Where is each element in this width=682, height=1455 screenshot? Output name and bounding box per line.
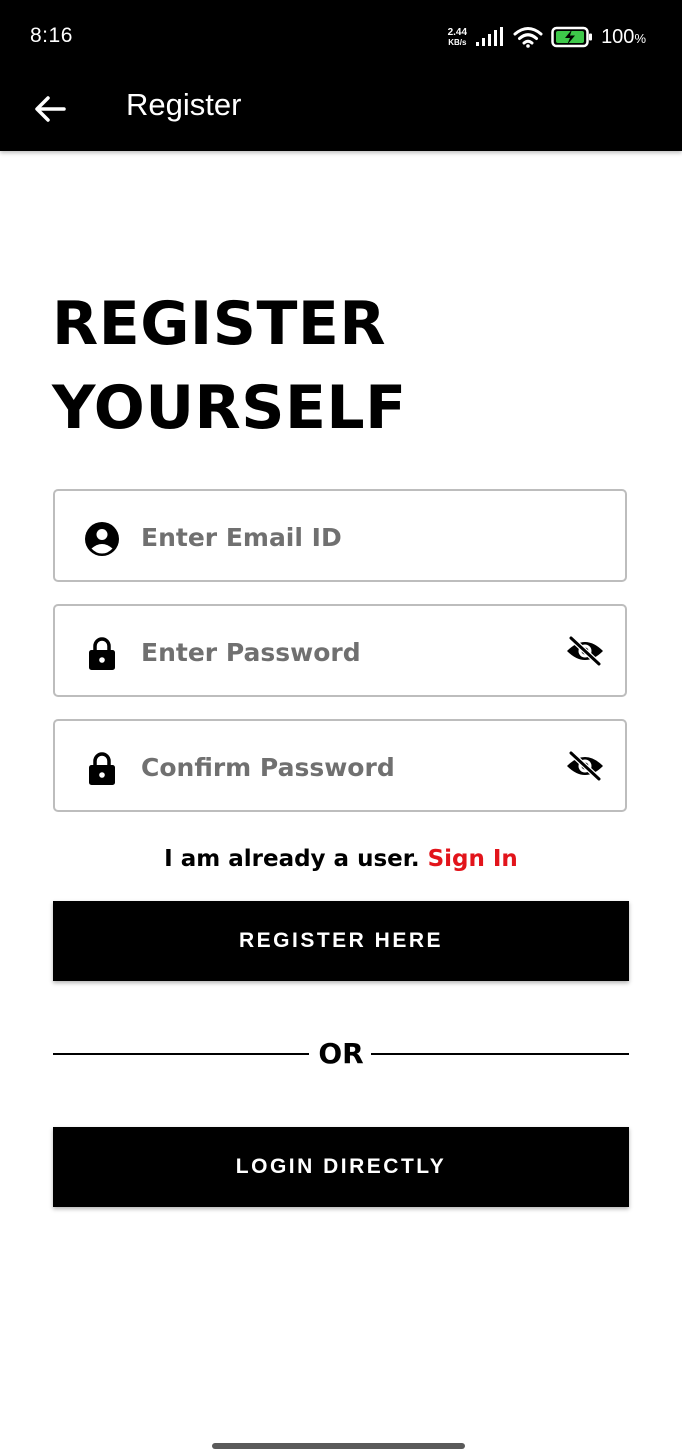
status-time: 8:16 (30, 24, 73, 47)
lock-icon (84, 751, 120, 787)
divider-line-left (53, 1053, 309, 1055)
page-title-line-2: YOURSELF (52, 373, 407, 443)
signin-prompt-text: I am already a user. (164, 846, 420, 872)
eye-off-icon[interactable] (565, 633, 605, 669)
password-field[interactable] (53, 604, 627, 697)
confirm-password-input[interactable] (141, 739, 541, 795)
status-icons: 2.44 KB/s 100% (448, 22, 646, 52)
or-divider: OR (53, 1030, 629, 1078)
home-indicator[interactable] (212, 1443, 465, 1449)
page-title: REGISTER YOURSELF (52, 282, 407, 450)
app-bar: Register (0, 75, 682, 151)
battery-percent-sign: % (634, 30, 646, 46)
or-label: OR (318, 1037, 364, 1070)
wifi-icon (513, 26, 543, 48)
network-speed-unit: KB/s (448, 37, 467, 47)
battery-percent-value: 100 (601, 25, 635, 48)
signin-prompt: I am already a user. Sign In (0, 840, 682, 878)
sign-in-link[interactable]: Sign In (428, 846, 518, 872)
status-bar: 8:16 2.44 KB/s 100% (0, 0, 682, 75)
page-title-line-1: REGISTER (52, 289, 387, 359)
arrow-left-icon (34, 95, 66, 128)
confirm-password-field[interactable] (53, 719, 627, 812)
cellular-signal-icon (475, 27, 505, 47)
back-button[interactable] (28, 89, 72, 133)
login-button[interactable]: LOGIN DIRECTLY (53, 1127, 629, 1207)
app-bar-title: Register (126, 87, 242, 122)
battery-charging-icon (551, 26, 593, 48)
network-speed: 2.44 KB/s (447, 26, 468, 47)
account-circle-icon (84, 521, 120, 557)
password-input[interactable] (141, 624, 541, 680)
email-input[interactable] (141, 509, 541, 565)
email-field[interactable] (53, 489, 627, 582)
battery-percent: 100% (601, 26, 646, 49)
lock-icon (84, 636, 120, 672)
divider-line-right (371, 1053, 629, 1055)
register-button[interactable]: REGISTER HERE (53, 901, 629, 981)
network-speed-value: 2.44 (447, 26, 468, 38)
eye-off-icon[interactable] (565, 748, 605, 784)
